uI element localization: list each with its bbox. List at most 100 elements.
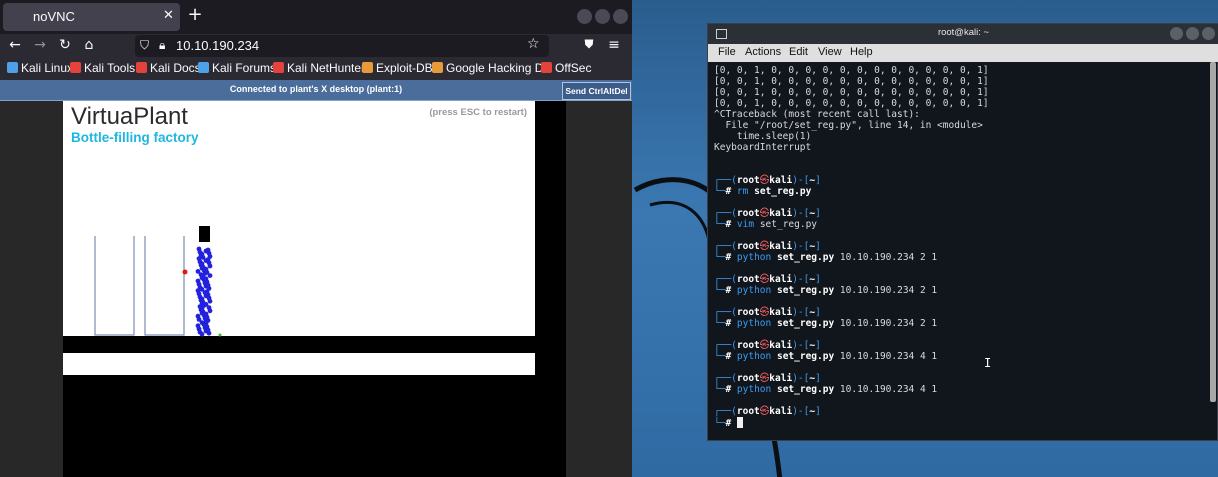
send-ctrl-alt-del-button[interactable]: Send CtrlAltDel	[562, 82, 631, 100]
prompt-host: kali	[769, 241, 793, 252]
menu-edit[interactable]: Edit	[789, 46, 808, 58]
bookmark-kali-linux[interactable]: Kali Linux	[7, 61, 73, 75]
command-script: set_reg.py	[754, 186, 812, 197]
menu-file[interactable]: File	[718, 46, 736, 58]
ghdb-icon	[432, 62, 443, 73]
command-name: python	[736, 252, 772, 263]
prompt-at: ㉿	[759, 307, 770, 318]
terminal-minimize-button[interactable]	[1170, 27, 1183, 40]
bookmark-exploit-db[interactable]: Exploit-DB	[362, 61, 433, 75]
scrollbar-thumb[interactable]	[1210, 62, 1216, 402]
minimize-button[interactable]	[577, 9, 592, 24]
kali-dragon-icon	[7, 62, 18, 73]
prompt-host: kali	[769, 274, 793, 285]
page-content: Connected to plant's X desktop (plant:1)…	[0, 80, 632, 477]
terminal-cursor	[736, 417, 743, 428]
command-name: python	[736, 384, 772, 395]
nethunter-icon	[273, 62, 284, 73]
output-text: KeyboardInterrupt	[714, 142, 812, 153]
prompt-at: ㉿	[759, 208, 770, 219]
terminal-maximize-button[interactable]	[1186, 27, 1199, 40]
shield-icon[interactable]: ⛉	[140, 38, 149, 53]
reload-icon[interactable]: ↻	[56, 37, 74, 53]
command-args: 10.10.190.234 2 1	[839, 252, 938, 263]
prompt-at: ㉿	[759, 373, 770, 384]
command-script: set_reg.py	[776, 384, 835, 395]
terminal-output[interactable]: [0, 0, 1, 0, 0, 0, 0, 0, 0, 0, 0, 0, 0, …	[708, 62, 1209, 440]
prompt-user: root	[736, 307, 760, 318]
url-text[interactable]: 10.10.190.234	[176, 38, 259, 53]
command-line: └─# rm set_reg.py	[714, 186, 812, 197]
prompt-host: kali	[769, 406, 793, 417]
maximize-button[interactable]	[595, 9, 610, 24]
bookmark-star-icon[interactable]: ☆	[527, 36, 540, 52]
sensor-green	[218, 333, 222, 337]
terminal-close-button[interactable]	[1202, 27, 1215, 40]
command-name: rm	[736, 186, 749, 197]
prompt-at: ㉿	[759, 406, 770, 417]
vnc-remote-screen[interactable]: VirtuaPlant Bottle-filling factory (pres…	[63, 101, 566, 477]
water-droplet	[199, 331, 205, 337]
prompt-at: ㉿	[759, 175, 770, 186]
command-args: 10.10.190.234 2 1	[839, 285, 938, 296]
menu-help[interactable]: Help	[850, 46, 873, 58]
command-script: set_reg.py	[776, 351, 835, 362]
menu-view[interactable]: View	[818, 46, 842, 58]
command-line: └─# python set_reg.py 10.10.190.234 4 1	[714, 384, 938, 395]
bookmark-kali-nethunter[interactable]: Kali NetHunter	[273, 61, 365, 75]
water-droplet	[207, 263, 213, 269]
forward-icon[interactable]: →	[31, 37, 49, 53]
menu-icon[interactable]: ≡	[605, 37, 623, 53]
output-line: [0, 0, 1, 0, 0, 0, 0, 0, 0, 0, 0, 0, 0, …	[714, 98, 989, 109]
command-args: 10.10.190.234 2 1	[839, 318, 938, 329]
output-text: [0, 0, 1, 0, 0, 0, 0, 0, 0, 0, 0, 0, 0, …	[714, 76, 989, 87]
output-text: ^CTraceback (most recent call last):	[714, 109, 920, 120]
prompt-line: ┌──(root㉿kali)-[~]	[714, 373, 821, 384]
close-window-button[interactable]	[613, 9, 628, 24]
filling-nozzle	[199, 226, 210, 242]
bookmark-kali-docs[interactable]: Kali Docs	[136, 61, 201, 75]
menu-actions[interactable]: Actions	[745, 46, 781, 58]
prompt-line: ┌──(root㉿kali)-[~]	[714, 406, 821, 417]
tab-novnc[interactable]: noVNC ✕	[3, 3, 180, 31]
bookmark-offsec[interactable]: OffSec	[541, 61, 591, 75]
pocket-icon[interactable]: ⛊	[580, 37, 598, 52]
prompt-at: ㉿	[759, 274, 770, 285]
output-text: [0, 0, 1, 0, 0, 0, 0, 0, 0, 0, 0, 0, 0, …	[714, 87, 989, 98]
novnc-status-bar: Connected to plant's X desktop (plant:1)…	[0, 80, 632, 101]
prompt-user: root	[736, 208, 760, 219]
bookmark-google-hacking-db[interactable]: Google Hacking DB	[432, 61, 551, 75]
prompt-host: kali	[769, 307, 793, 318]
command-line: └─# python set_reg.py 10.10.190.234 4 1	[714, 351, 938, 362]
output-line: File "/root/set_reg.py", line 14, in <mo…	[714, 120, 982, 131]
output-line: [0, 0, 1, 0, 0, 0, 0, 0, 0, 0, 0, 0, 0, …	[714, 76, 989, 87]
lock-icon[interactable]: 🔒︎	[159, 38, 165, 53]
tab-close-icon[interactable]: ✕	[163, 8, 174, 23]
prompt-user: root	[736, 274, 760, 285]
bookmark-kali-forums[interactable]: Kali Forums	[198, 61, 276, 75]
water-droplet	[207, 298, 213, 304]
url-bar[interactable]: ⛉ 🔒︎ 10.10.190.234 ☆	[135, 35, 549, 57]
terminal-titlebar[interactable]: root@kali: ~	[708, 24, 1218, 44]
home-icon[interactable]: ⌂	[80, 37, 98, 53]
water-droplet	[207, 308, 213, 314]
terminal-menubar: File Actions Edit View Help	[708, 44, 1218, 62]
terminal-scrollbar[interactable]	[1209, 62, 1217, 440]
prompt-at: ㉿	[759, 241, 770, 252]
command-args: 10.10.190.234 4 1	[839, 351, 938, 362]
water-droplet	[206, 330, 212, 336]
bookmark-kali-tools[interactable]: Kali Tools	[70, 61, 135, 75]
prompt-user: root	[736, 406, 760, 417]
kali-forums-icon	[198, 62, 209, 73]
back-icon[interactable]: ←	[6, 37, 24, 53]
command-script: set_reg.py	[776, 318, 835, 329]
prompt-user: root	[736, 340, 760, 351]
output-text: [0, 0, 1, 0, 0, 0, 0, 0, 0, 0, 0, 0, 0, …	[714, 98, 989, 109]
prompt-line: ┌──(root㉿kali)-[~]	[714, 241, 821, 252]
prompt-host: kali	[769, 208, 793, 219]
prompt-host: kali	[769, 340, 793, 351]
output-line: [0, 0, 1, 0, 0, 0, 0, 0, 0, 0, 0, 0, 0, …	[714, 65, 989, 76]
output-line: [0, 0, 1, 0, 0, 0, 0, 0, 0, 0, 0, 0, 0, …	[714, 87, 989, 98]
new-tab-icon[interactable]: +	[186, 4, 204, 25]
command-line: └─# vim set_reg.py	[714, 219, 818, 230]
